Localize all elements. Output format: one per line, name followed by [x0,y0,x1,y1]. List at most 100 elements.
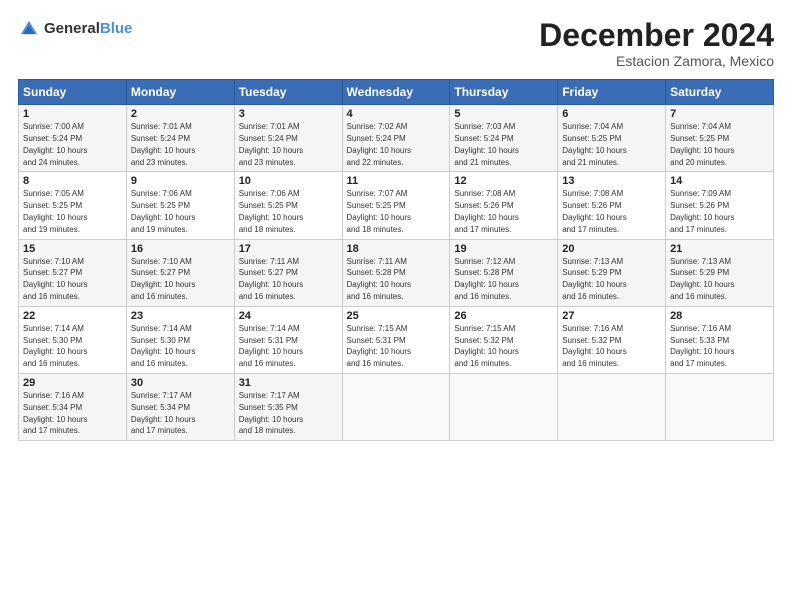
day-number: 22 [23,310,122,322]
day-number: 11 [347,175,446,187]
calendar-cell: 16 Sunrise: 7:10 AMSunset: 5:27 PMDayligh… [126,239,234,306]
calendar-cell: 15Sunrise: 7:10 AMSunset: 5:27 PMDayligh… [19,239,127,306]
day-number: 5 [454,108,553,120]
day-info: Sunrise: 7:06 AMSunset: 5:25 PMDaylight:… [239,189,303,233]
header: GeneralBlue December 2024 Estacion Zamor… [18,18,774,69]
calendar-page: GeneralBlue December 2024 Estacion Zamor… [0,0,792,612]
calendar-table: Sunday Monday Tuesday Wednesday Thursday… [18,79,774,441]
calendar-cell: 6Sunrise: 7:04 AMSunset: 5:25 PMDaylight… [558,105,666,172]
day-info: Sunrise: 7:05 AMSunset: 5:25 PMDaylight:… [23,189,87,233]
day-info: Sunrise: 7:01 AMSunset: 5:24 PMDaylight:… [239,122,303,166]
day-info: Sunrise: 7:06 AMSunset: 5:25 PMDaylight:… [131,189,195,233]
day-number: 8 [23,175,122,187]
day-number: 15 [23,243,122,255]
calendar-week-row: 22 Sunrise: 7:14 AMSunset: 5:30 PMDayligh… [19,306,774,373]
calendar-cell: 19Sunrise: 7:12 AMSunset: 5:28 PMDayligh… [450,239,558,306]
calendar-cell: 14 Sunrise: 7:09 AMSunset: 5:26 PMDayligh… [666,172,774,239]
calendar-cell: 18Sunrise: 7:11 AMSunset: 5:28 PMDayligh… [342,239,450,306]
day-number: 17 [239,243,338,255]
day-info: Sunrise: 7:16 AMSunset: 5:34 PMDaylight:… [23,391,87,435]
day-number: 2 [131,108,230,120]
calendar-cell: 30Sunrise: 7:17 AMSunset: 5:34 PMDayligh… [126,373,234,440]
day-number: 14 [670,175,769,187]
calendar-cell [558,373,666,440]
calendar-cell [666,373,774,440]
col-sunday: Sunday [19,80,127,105]
col-friday: Friday [558,80,666,105]
logo-text-blue: Blue [100,20,133,37]
calendar-cell: 23 Sunrise: 7:14 AMSunset: 5:30 PMDayligh… [126,306,234,373]
day-number: 31 [239,377,338,389]
day-number: 1 [23,108,122,120]
calendar-week-row: 15 Sunrise: 7:10 AMSunset: 5:27 PMDayligh… [19,239,774,306]
calendar-cell: 5Sunrise: 7:03 AMSunset: 5:24 PMDaylight… [450,105,558,172]
calendar-cell: 29 Sunrise: 7:16 AMSunset: 5:34 PMDayligh… [19,373,127,440]
calendar-cell: 13 Sunrise: 7:08 AMSunset: 5:26 PMDayligh… [558,172,666,239]
day-number: 19 [454,243,553,255]
day-info: Sunrise: 7:08 AMSunset: 5:26 PMDaylight:… [454,189,518,233]
calendar-cell: 20 Sunrise: 7:13 AMSunset: 5:29 PMDayligh… [558,239,666,306]
day-number: 26 [454,310,553,322]
day-number: 21 [670,243,769,255]
day-number: 20 [562,243,661,255]
day-info: Sunrise: 7:10 AMSunset: 5:27 PMDaylight:… [131,257,195,301]
day-info: Sunrise: 7:14 AMSunset: 5:30 PMDaylight:… [131,324,195,368]
day-info: Sunrise: 7:13 AMSunset: 5:29 PMDaylight:… [670,257,734,301]
col-monday: Monday [126,80,234,105]
day-number: 12 [454,175,553,187]
calendar-cell: 25 Sunrise: 7:15 AMSunset: 5:31 PMDayligh… [342,306,450,373]
day-number: 28 [670,310,769,322]
logo: GeneralBlue [18,18,132,40]
day-number: 29 [23,377,122,389]
day-info: Sunrise: 7:00 AMSunset: 5:24 PMDaylight:… [23,122,87,166]
calendar-cell: 10 Sunrise: 7:06 AMSunset: 5:25 PMDayligh… [234,172,342,239]
day-info: Sunrise: 7:15 AMSunset: 5:31 PMDaylight:… [347,324,411,368]
day-info: Sunrise: 7:14 AMSunset: 5:30 PMDaylight:… [23,324,87,368]
day-info: Sunrise: 7:13 AMSunset: 5:29 PMDaylight:… [562,257,626,301]
day-number: 16 [131,243,230,255]
day-info: Sunrise: 7:14 AMSunset: 5:31 PMDaylight:… [239,324,303,368]
calendar-week-row: 29 Sunrise: 7:16 AMSunset: 5:34 PMDayligh… [19,373,774,440]
calendar-cell: 7Sunrise: 7:04 AMSunset: 5:25 PMDaylight… [666,105,774,172]
day-info: Sunrise: 7:15 AMSunset: 5:32 PMDaylight:… [454,324,518,368]
title-block: December 2024 Estacion Zamora, Mexico [539,18,774,69]
calendar-cell: 22 Sunrise: 7:14 AMSunset: 5:30 PMDayligh… [19,306,127,373]
day-info: Sunrise: 7:07 AMSunset: 5:25 PMDaylight:… [347,189,411,233]
day-info: Sunrise: 7:11 AMSunset: 5:27 PMDaylight:… [239,257,303,301]
day-number: 4 [347,108,446,120]
calendar-header-row: Sunday Monday Tuesday Wednesday Thursday… [19,80,774,105]
day-info: Sunrise: 7:02 AMSunset: 5:24 PMDaylight:… [347,122,411,166]
day-info: Sunrise: 7:17 AMSunset: 5:35 PMDaylight:… [239,391,303,435]
calendar-cell: 11 Sunrise: 7:07 AMSunset: 5:25 PMDayligh… [342,172,450,239]
day-info: Sunrise: 7:08 AMSunset: 5:26 PMDaylight:… [562,189,626,233]
calendar-cell: 4 Sunrise: 7:02 AMSunset: 5:24 PMDaylight… [342,105,450,172]
day-number: 13 [562,175,661,187]
col-wednesday: Wednesday [342,80,450,105]
logo-icon [18,18,40,40]
col-saturday: Saturday [666,80,774,105]
col-thursday: Thursday [450,80,558,105]
logo-text-general: General [44,20,100,37]
month-title: December 2024 [539,18,774,53]
calendar-cell: 2 Sunrise: 7:01 AMSunset: 5:24 PMDaylight… [126,105,234,172]
calendar-cell: 1 Sunrise: 7:00 AMSunset: 5:24 PMDaylight… [19,105,127,172]
calendar-cell: 17 Sunrise: 7:11 AMSunset: 5:27 PMDayligh… [234,239,342,306]
day-number: 7 [670,108,769,120]
calendar-week-row: 8 Sunrise: 7:05 AMSunset: 5:25 PMDaylight… [19,172,774,239]
day-number: 25 [347,310,446,322]
day-info: Sunrise: 7:01 AMSunset: 5:24 PMDaylight:… [131,122,195,166]
day-number: 23 [131,310,230,322]
day-number: 10 [239,175,338,187]
day-number: 9 [131,175,230,187]
calendar-cell: 26 Sunrise: 7:15 AMSunset: 5:32 PMDayligh… [450,306,558,373]
day-info: Sunrise: 7:16 AMSunset: 5:32 PMDaylight:… [562,324,626,368]
calendar-cell: 8 Sunrise: 7:05 AMSunset: 5:25 PMDaylight… [19,172,127,239]
calendar-cell: 3Sunrise: 7:01 AMSunset: 5:24 PMDaylight… [234,105,342,172]
col-tuesday: Tuesday [234,80,342,105]
day-number: 18 [347,243,446,255]
day-info: Sunrise: 7:17 AMSunset: 5:34 PMDaylight:… [131,391,195,435]
day-number: 27 [562,310,661,322]
day-info: Sunrise: 7:09 AMSunset: 5:26 PMDaylight:… [670,189,734,233]
location-title: Estacion Zamora, Mexico [539,53,774,69]
calendar-cell: 31 Sunrise: 7:17 AMSunset: 5:35 PMDayligh… [234,373,342,440]
